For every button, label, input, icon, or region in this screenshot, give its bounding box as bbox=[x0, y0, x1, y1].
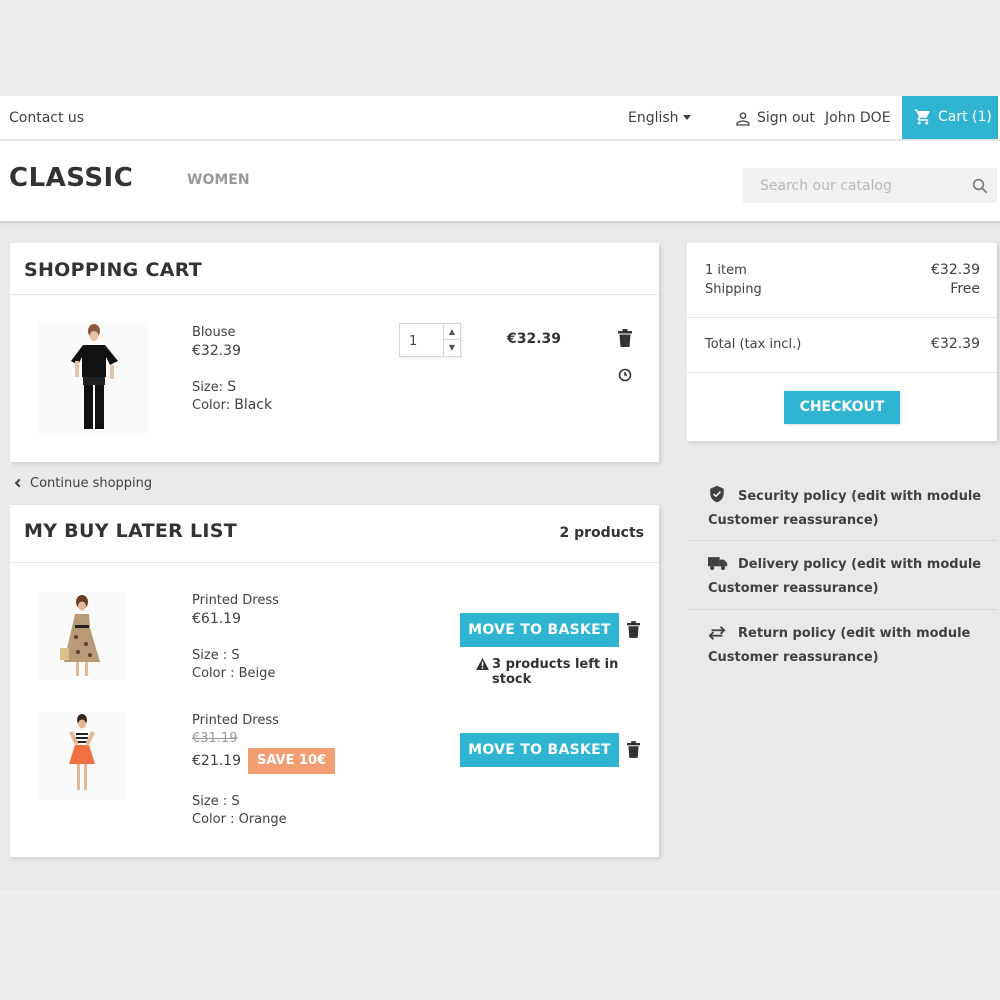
trash-icon[interactable] bbox=[627, 621, 640, 638]
chevron-up-icon[interactable]: ▲ bbox=[444, 324, 460, 340]
divider bbox=[687, 372, 997, 373]
shipping-value: Free bbox=[950, 281, 980, 297]
product-price: €21.19 bbox=[192, 753, 241, 769]
shopping-cart-panel: SHOPPING CART Blouse €32.39 Size: S Colo… bbox=[10, 243, 659, 462]
cart-icon bbox=[914, 109, 930, 125]
cart-title: SHOPPING CART bbox=[24, 259, 203, 281]
search-input[interactable]: Search our catalog bbox=[743, 168, 997, 203]
size-label: Size: bbox=[192, 380, 224, 395]
total-label: Total (tax incl.) bbox=[705, 337, 802, 352]
product-name[interactable]: Printed Dress bbox=[192, 593, 279, 608]
color-value: Black bbox=[234, 397, 273, 413]
menu-item-women[interactable]: WOMEN bbox=[187, 172, 250, 188]
chevron-left-icon bbox=[14, 478, 24, 488]
stepper-buttons: ▲ ▼ bbox=[443, 324, 460, 356]
divider bbox=[687, 540, 997, 541]
product-price: €32.39 bbox=[192, 343, 241, 359]
discount-badge: SAVE 10€ bbox=[248, 748, 336, 774]
account-name-link[interactable]: John DOE bbox=[825, 110, 891, 126]
buy-later-count: 2 products bbox=[559, 525, 644, 541]
store-logo[interactable]: CLASSIC bbox=[9, 163, 133, 193]
trash-icon[interactable] bbox=[618, 329, 632, 347]
product-name[interactable]: Printed Dress bbox=[192, 713, 279, 728]
product-color: Color : Orange bbox=[192, 812, 287, 827]
move-to-basket-button[interactable]: MOVE TO BASKET bbox=[460, 613, 619, 647]
color-label: Color: bbox=[192, 398, 231, 413]
warning-icon bbox=[476, 658, 489, 670]
divider bbox=[10, 294, 659, 295]
reassurance-security: Security policy (edit with module Custom… bbox=[687, 485, 997, 531]
reassurance-line1: Return policy (edit with module bbox=[738, 626, 971, 641]
language-selector[interactable]: English bbox=[628, 110, 691, 126]
cart-summary-panel: 1 item €32.39 Shipping Free Total (tax i… bbox=[687, 243, 997, 441]
contact-us-link[interactable]: Contact us bbox=[9, 110, 84, 126]
sign-out-link[interactable]: Sign out bbox=[757, 110, 815, 126]
divider bbox=[687, 609, 997, 610]
caret-down-icon bbox=[682, 115, 691, 120]
cart-label: Cart (1) bbox=[938, 109, 992, 125]
cart-button[interactable]: Cart (1) bbox=[902, 96, 998, 139]
continue-shopping-link[interactable]: Continue shopping bbox=[14, 476, 153, 491]
quantity-stepper[interactable]: 1 ▲ ▼ bbox=[399, 323, 461, 357]
model-black-blouse-picture bbox=[71, 324, 118, 429]
reassurance-return: Return policy (edit with module Customer… bbox=[687, 623, 997, 668]
checkout-button[interactable]: CHECKOUT bbox=[784, 391, 900, 424]
user-icon bbox=[736, 112, 750, 126]
reassurance-line1: Delivery policy (edit with module bbox=[738, 557, 982, 572]
regular-price: €31.19 bbox=[192, 731, 238, 746]
chevron-down-icon[interactable]: ▼ bbox=[444, 340, 460, 356]
reassurance-line2: Customer reassurance) bbox=[708, 650, 879, 665]
product-size: Size: S bbox=[192, 379, 236, 395]
divider bbox=[10, 562, 659, 563]
shipping-label: Shipping bbox=[705, 282, 762, 297]
total-value: €32.39 bbox=[931, 336, 980, 352]
site-header: CLASSIC WOMEN Search our catalog bbox=[0, 141, 1000, 221]
product-size: Size : S bbox=[192, 648, 240, 663]
trash-icon[interactable] bbox=[627, 741, 640, 758]
stock-warning: 3 products left in stock bbox=[492, 657, 619, 687]
language-label: English bbox=[628, 110, 679, 126]
model-orange-dress-picture bbox=[69, 714, 95, 790]
clock-icon[interactable] bbox=[618, 368, 632, 382]
quantity-value[interactable]: 1 bbox=[409, 334, 417, 349]
buy-later-title: MY BUY LATER LIST bbox=[24, 520, 238, 542]
buy-later-panel: MY BUY LATER LIST 2 products Printed Dre… bbox=[10, 505, 659, 857]
shield-icon bbox=[708, 485, 728, 510]
size-value: S bbox=[227, 379, 237, 395]
divider bbox=[687, 317, 997, 318]
items-subtotal: €32.39 bbox=[931, 262, 980, 278]
printed-dress-orange-image[interactable] bbox=[38, 712, 126, 800]
continue-shopping-label: Continue shopping bbox=[30, 476, 153, 491]
truck-icon bbox=[708, 555, 728, 578]
reassurance-line2: Customer reassurance) bbox=[708, 581, 879, 596]
product-price: €61.19 bbox=[192, 611, 241, 627]
move-to-basket-button[interactable]: MOVE TO BASKET bbox=[460, 733, 619, 767]
search-icon[interactable] bbox=[971, 177, 989, 195]
product-color: Color : Beige bbox=[192, 666, 276, 681]
items-count-label: 1 item bbox=[705, 263, 747, 278]
product-size: Size : S bbox=[192, 794, 240, 809]
product-color: Color: Black bbox=[192, 397, 272, 413]
reassurance-delivery: Delivery policy (edit with module Custom… bbox=[687, 554, 997, 599]
model-beige-dress-picture bbox=[60, 595, 100, 676]
search-placeholder: Search our catalog bbox=[760, 178, 892, 194]
top-navigation: Contact us English Sign out John DOE Car… bbox=[0, 96, 1000, 140]
swap-arrows-icon bbox=[708, 626, 728, 647]
printed-dress-beige-image[interactable] bbox=[38, 592, 126, 680]
blouse-product-image[interactable] bbox=[38, 321, 148, 433]
line-total: €32.39 bbox=[507, 331, 562, 347]
reassurance-line1: Security policy (edit with module bbox=[738, 489, 982, 504]
reassurance-line2: Customer reassurance) bbox=[708, 513, 879, 528]
product-name[interactable]: Blouse bbox=[192, 325, 236, 340]
